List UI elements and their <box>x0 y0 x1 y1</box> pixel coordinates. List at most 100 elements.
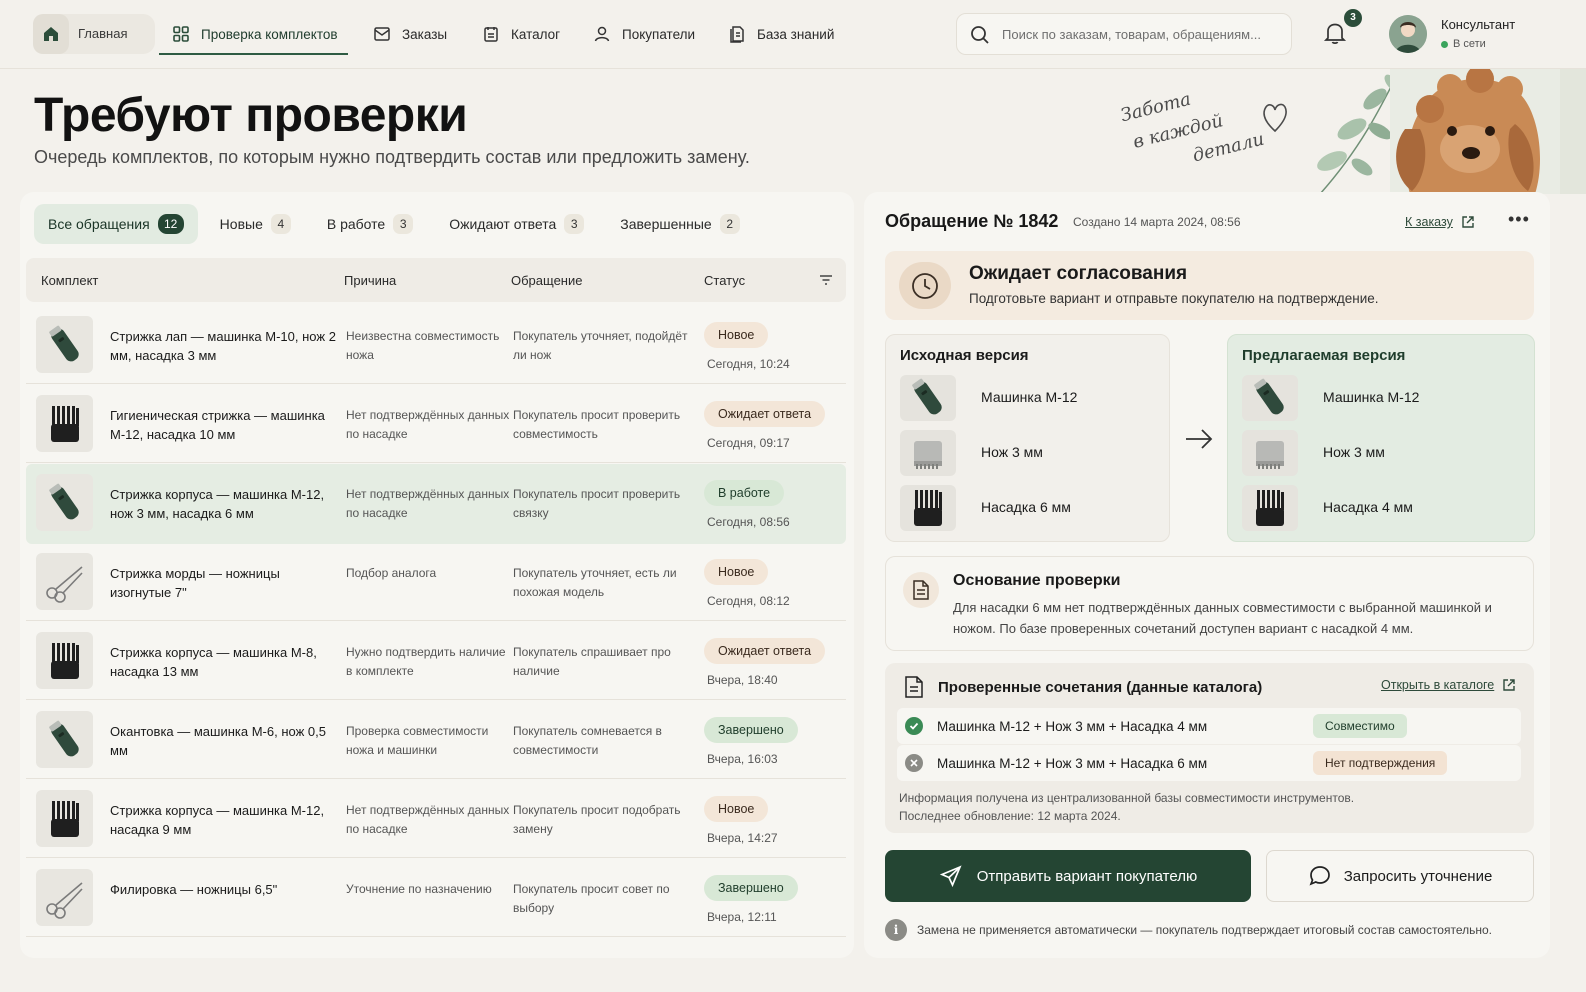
nav-item-customers[interactable]: Покупатели <box>592 0 695 68</box>
tab-all[interactable]: Все обращения 12 <box>34 204 198 244</box>
grid-icon <box>173 26 189 42</box>
send-variant-button[interactable]: Отправить вариант покупателю <box>885 850 1251 902</box>
document-icon <box>903 572 939 608</box>
kit-name: Стрижка корпуса — машинка М-8, насадка 1… <box>110 645 317 679</box>
page-subtitle: Очередь комплектов, по которым нужно под… <box>34 147 750 167</box>
clipper-thumbnail <box>36 711 93 768</box>
status-badge: Новое <box>704 796 769 822</box>
filter-tabs: Все обращения 12 Новые 4 В работе 3 Ожидают… <box>34 204 754 244</box>
tab-count: 2 <box>719 214 740 234</box>
inbox-icon <box>374 27 390 41</box>
kit-name: Стрижка корпуса — машинка М-12, нож 3 мм… <box>110 487 325 521</box>
combination-label: Машинка М-12 + Нож 3 мм + Насадка 6 мм <box>937 756 1208 771</box>
status-badge: Ожидает ответа <box>704 638 826 664</box>
timestamp: Вчера, 18:40 <box>707 673 778 687</box>
bell-icon[interactable] <box>1323 20 1347 46</box>
open-in-catalog-link[interactable]: Открыть в каталоге <box>1381 678 1516 692</box>
tab-in-progress[interactable]: В работе 3 <box>313 204 427 244</box>
search-input[interactable]: Поиск по заказам, товарам, обращениям... <box>956 13 1292 55</box>
combinations-updated-note: Последнее обновление: 12 марта 2024. <box>899 809 1121 823</box>
clipper-thumbnail <box>36 316 93 373</box>
reason: Уточнение по назначению <box>346 882 492 896</box>
source-item: Нож 3 мм <box>900 430 1170 476</box>
send-variant-label: Отправить вариант покупателю <box>976 867 1198 885</box>
nav-item-label: Проверка комплектов <box>201 26 338 42</box>
request-clarification-button[interactable]: Запросить уточнение <box>1266 850 1534 902</box>
tab-count: 12 <box>157 214 184 234</box>
check-icon <box>905 717 923 735</box>
nav-item-orders[interactable]: Заказы <box>372 0 447 68</box>
home-icon <box>33 14 69 54</box>
proposed-item-label: Насадка 4 мм <box>1323 499 1413 515</box>
nav-home-label: Главная <box>78 26 128 41</box>
dog-illustration <box>1390 69 1586 194</box>
combination-row: Машинка М-12 + Нож 3 мм + Насадка 6 мм Н… <box>897 745 1521 781</box>
nav-item-catalog[interactable]: Каталог <box>481 0 560 68</box>
tab-new[interactable]: Новые 4 <box>206 204 305 244</box>
timestamp: Сегодня, 08:56 <box>707 515 790 529</box>
proposed-version-title: Предлагаемая версия <box>1242 347 1406 364</box>
nav-item-label: Каталог <box>511 26 561 42</box>
hero-illustration: Забота в каждой детали <box>1100 69 1586 194</box>
status-banner-title: Ожидает согласования <box>969 263 1188 284</box>
tab-completed[interactable]: Завершенные 2 <box>606 204 753 244</box>
filter-icon[interactable] <box>818 272 834 288</box>
request-text: Покупатель просит проверить совместимост… <box>513 408 681 441</box>
nav-home[interactable]: Главная <box>33 14 155 54</box>
external-link-icon <box>1503 679 1515 691</box>
send-icon <box>939 865 962 888</box>
source-item-label: Насадка 6 мм <box>981 499 1071 515</box>
order-link-label: К заказу <box>1405 215 1453 229</box>
proposed-item: Нож 3 мм <box>1242 430 1512 476</box>
clipper-thumbnail <box>900 375 956 421</box>
request-text: Покупатель спрашивает про наличие <box>513 645 671 678</box>
tab-count: 3 <box>393 214 414 234</box>
table-row[interactable]: Стрижка корпуса — машинка М-12, насадка … <box>26 780 846 858</box>
cross-icon <box>905 754 923 772</box>
table-row[interactable]: Гигиеническая стрижка — машинка М-12, на… <box>26 385 846 463</box>
compatibility-badge: Совместимо <box>1313 714 1407 738</box>
table-row[interactable]: Стрижка корпуса — машинка М-12, нож 3 мм… <box>26 464 846 544</box>
status-banner-text: Подготовьте вариант и отправьте покупате… <box>969 291 1379 306</box>
avatar[interactable] <box>1389 15 1427 53</box>
kit-name: Окантовка — машинка М-6, нож 0,5 мм <box>110 724 326 758</box>
kit-name: Стрижка морды — ножницы изогнутые 7" <box>110 566 280 600</box>
clipper-thumbnail <box>1242 375 1298 421</box>
source-item: Насадка 6 мм <box>900 485 1170 531</box>
status-badge: Ожидает ответа <box>704 401 826 427</box>
arrow-right-icon <box>1186 429 1213 449</box>
column-header-request: Обращение <box>511 273 583 288</box>
footer-note: i Замена не применяется автоматически — … <box>885 919 1492 941</box>
status-badge: В работе <box>704 480 785 506</box>
nav-item-knowledge[interactable]: База знаний <box>727 0 834 68</box>
user-status: В сети <box>1441 38 1486 50</box>
nav-item-kit-check[interactable]: Проверка комплектов <box>159 0 348 68</box>
verified-combinations-card: Проверенные сочетания (данные каталога) … <box>885 663 1534 833</box>
table-row[interactable]: Стрижка морды — ножницы изогнутые 7" Подб… <box>26 543 846 621</box>
tab-awaiting[interactable]: Ожидают ответа 3 <box>435 204 598 244</box>
request-text: Покупатель сомневается в совместимости <box>513 724 662 757</box>
proposed-item-label: Нож 3 мм <box>1323 444 1385 460</box>
request-text: Покупатель уточняет, подойдёт ли нож <box>513 329 688 362</box>
compatibility-badge: Нет подтверждения <box>1313 751 1448 775</box>
search-placeholder: Поиск по заказам, товарам, обращениям... <box>1002 27 1261 42</box>
combination-label: Машинка М-12 + Нож 3 мм + Насадка 4 мм <box>937 719 1208 734</box>
kit-name: Филировка — ножницы 6,5" <box>110 882 278 897</box>
page-title: Требуют проверки <box>34 89 468 142</box>
source-version-card: Исходная версия Машинка М-12 Нож 3 мм На… <box>885 334 1170 542</box>
timestamp: Вчера, 16:03 <box>707 752 778 766</box>
order-link[interactable]: К заказу <box>1405 215 1475 229</box>
table-row[interactable]: Окантовка — машинка М-6, нож 0,5 мм Прове… <box>26 701 846 779</box>
more-icon[interactable]: ••• <box>1508 209 1530 230</box>
footer-note-text: Замена не применяется автоматически — по… <box>917 923 1492 937</box>
table-row[interactable]: Стрижка корпуса — машинка М-8, насадка 1… <box>26 622 846 700</box>
nav-item-label: База знаний <box>757 26 835 42</box>
comb-thumbnail <box>900 485 956 531</box>
source-item-label: Машинка М-12 <box>981 389 1078 405</box>
timestamp: Вчера, 12:11 <box>707 910 777 924</box>
list-document-icon <box>905 676 923 698</box>
table-row[interactable]: Филировка — ножницы 6,5" Уточнение по наз… <box>26 859 846 937</box>
table-row[interactable]: Стрижка лап — машинка М-10, нож 2 мм, на… <box>26 306 846 384</box>
proposed-item: Насадка 4 мм <box>1242 485 1512 531</box>
timestamp: Вчера, 14:27 <box>707 831 778 845</box>
